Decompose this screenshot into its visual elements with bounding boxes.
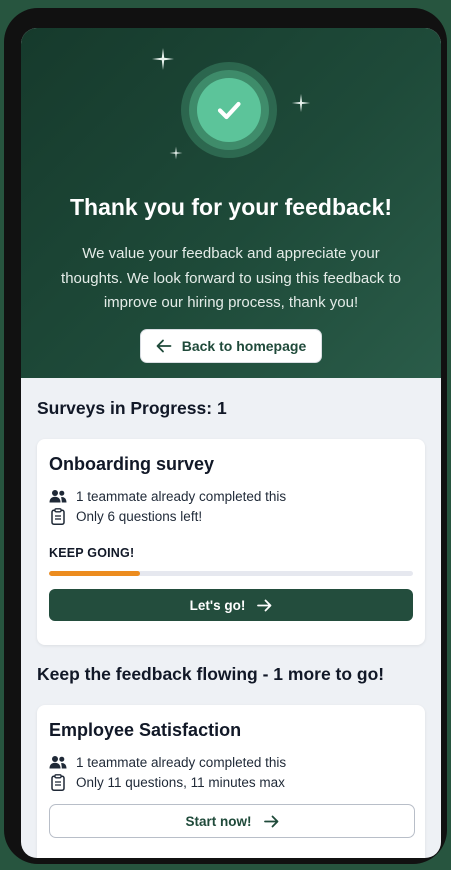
sparkle-icon	[291, 93, 311, 113]
back-button-label: Back to homepage	[181, 338, 307, 354]
arrow-left-icon	[156, 339, 172, 353]
users-icon	[49, 753, 67, 771]
sparkle-icon	[169, 146, 183, 160]
survey-progress-fill	[49, 571, 140, 576]
confirmation-hero: Thank you for your feedback! We value yo…	[21, 28, 441, 378]
start-now-label: Start now!	[185, 813, 252, 829]
clipboard-icon	[49, 507, 67, 525]
employee-satisfaction-card: Employee Satisfaction 1 teammate already…	[37, 705, 425, 858]
questions-info-row: Only 11 questions, 11 minutes max	[49, 773, 285, 791]
surveys-in-progress-heading: Surveys in Progress: 1	[37, 398, 227, 418]
lets-go-button[interactable]: Let's go!	[49, 589, 413, 621]
confirmation-message: We value your feedback and appreciate yo…	[61, 245, 401, 311]
survey-title: Employee Satisfaction	[49, 720, 242, 740]
sparkle-icon	[152, 48, 174, 70]
confirmation-title: Thank you for your feedback!	[69, 194, 393, 220]
survey-title: Onboarding survey	[49, 454, 215, 474]
check-circle-icon	[197, 78, 261, 142]
keep-feedback-flowing-heading: Keep the feedback flowing - 1 more to go…	[37, 664, 385, 684]
survey-progress-bar	[49, 571, 413, 576]
back-to-homepage-button[interactable]: Back to homepage	[140, 329, 322, 363]
progress-label: KEEP GOING!	[49, 546, 135, 560]
lets-go-label: Let's go!	[189, 597, 246, 613]
teammates-completed-row: 1 teammate already completed this	[49, 487, 286, 505]
questions-left-row: Only 6 questions left!	[49, 507, 202, 525]
teammates-completed-row: 1 teammate already completed this	[49, 753, 286, 771]
start-now-button[interactable]: Start now!	[49, 804, 415, 838]
arrow-right-icon	[263, 815, 278, 827]
arrow-right-icon	[257, 599, 272, 611]
questions-info-text: Only 11 questions, 11 minutes max	[76, 774, 285, 790]
device-frame: Thank you for your feedback! We value yo…	[4, 8, 447, 864]
onboarding-survey-card: Onboarding survey 1 teammate already com…	[37, 439, 425, 645]
teammates-completed-text: 1 teammate already completed this	[76, 754, 287, 770]
clipboard-icon	[49, 773, 67, 791]
app-screen: Thank you for your feedback! We value yo…	[21, 28, 441, 858]
teammates-completed-text: 1 teammate already completed this	[76, 488, 287, 504]
users-icon	[49, 487, 67, 505]
questions-left-text: Only 6 questions left!	[76, 508, 203, 524]
